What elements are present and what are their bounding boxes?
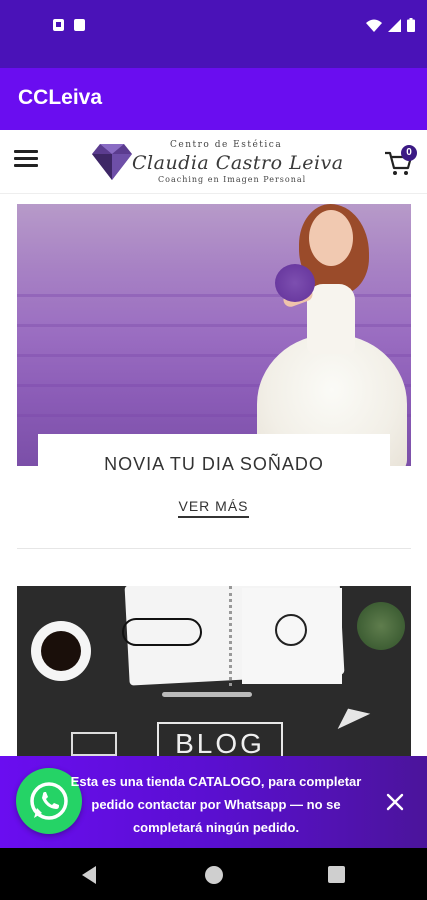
cart-count-badge: 0 — [401, 145, 417, 161]
battery-icon — [407, 18, 415, 32]
hero-title: NOVIA TU DIA SOÑADO — [104, 454, 324, 474]
ver-mas-link[interactable]: VER MÁS — [178, 498, 249, 518]
pen — [162, 692, 252, 697]
diamond-logo-icon — [92, 144, 132, 180]
bride-torso — [307, 284, 355, 354]
sd-card-icon — [74, 19, 85, 31]
back-icon[interactable] — [82, 866, 96, 884]
blog-image[interactable]: BLOG — [17, 586, 411, 761]
logo-main-text: Claudia Castro Leiva — [132, 152, 344, 174]
notification-icons — [53, 19, 85, 31]
hero-caption-box: NOVIA TU DIA SOÑADO — [38, 434, 390, 498]
plant — [357, 602, 405, 650]
hamburger-menu-icon[interactable] — [14, 150, 38, 172]
bride-face — [309, 210, 353, 266]
recent-apps-icon[interactable] — [328, 866, 345, 883]
section-divider — [17, 548, 411, 549]
eyeglasses — [122, 618, 202, 646]
notebook-spiral — [229, 586, 237, 686]
notification-icon — [53, 19, 64, 31]
system-icons — [366, 18, 415, 32]
globe-doodle-icon — [275, 614, 307, 646]
hero-bride-image[interactable] — [17, 204, 411, 466]
home-icon[interactable] — [205, 866, 223, 884]
wifi-icon — [366, 19, 382, 32]
logo-sub-text: Coaching en Imagen Personal — [158, 175, 307, 184]
status-bar — [0, 0, 427, 68]
logo-top-text: Centro de Estética — [170, 140, 283, 150]
signal-icon — [388, 18, 401, 32]
site-logo[interactable]: Centro de Estética Claudia Castro Leiva … — [92, 138, 343, 186]
close-icon[interactable] — [383, 790, 407, 814]
ver-mas-container: VER MÁS — [0, 498, 427, 518]
paper-plane-icon — [331, 701, 371, 729]
lavender-bouquet — [275, 264, 315, 302]
doodle — [71, 732, 117, 756]
catalog-notice-text: Esta es una tienda CATALOGO, para comple… — [70, 774, 362, 835]
app-title: CCLeiva — [18, 86, 103, 109]
coffee — [41, 631, 81, 671]
site-header: Centro de Estética Claudia Castro Leiva … — [0, 130, 427, 194]
app-bar: CCLeiva — [0, 68, 427, 130]
